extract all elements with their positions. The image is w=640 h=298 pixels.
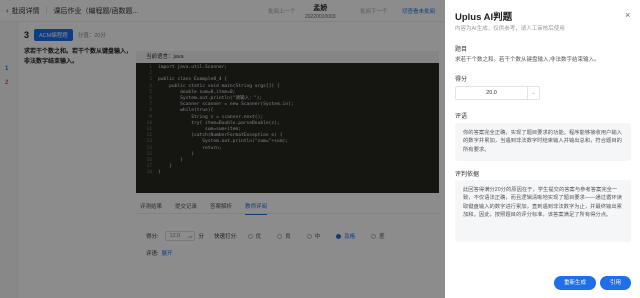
basis-text: 此回答得满分20分的原因在于，学生提交的答案与参考答案完全一致，不仅语法正确，而…	[455, 180, 631, 242]
basis-section-label: 评判依据	[455, 172, 480, 178]
regenerate-button[interactable]: 重新生成	[554, 276, 596, 290]
modal-overlay[interactable]	[0, 0, 445, 298]
ai-grading-panel: Uplus AI判题 内容为AI生成，仅供参考，请人工审核后使用 × 题目 求若…	[445, 0, 640, 298]
ai-score-value: 20.0	[486, 90, 497, 96]
panel-subtitle: 内容为AI生成，仅供参考，请人工审核后使用	[455, 26, 565, 32]
review-text: 你的答案完全正确，实现了题目要求的功能。程序能够接收用户输入的数字并累加，当遇到…	[455, 123, 631, 161]
score-section-label: 得分	[455, 77, 468, 83]
ai-score-field[interactable]: 20.0 ⌄	[455, 86, 540, 100]
question-section-label: 题目	[455, 47, 468, 53]
cite-button[interactable]: 引用	[600, 276, 631, 290]
panel-question-text: 求若干个数之和。若干个数从键盘输入,非法数字结束输入。	[455, 57, 600, 63]
panel-title: Uplus AI判题	[455, 12, 513, 23]
chevron-down-icon[interactable]: ⌄	[527, 87, 539, 99]
close-icon[interactable]: ×	[625, 10, 630, 20]
review-section-label: 评语	[455, 114, 468, 120]
